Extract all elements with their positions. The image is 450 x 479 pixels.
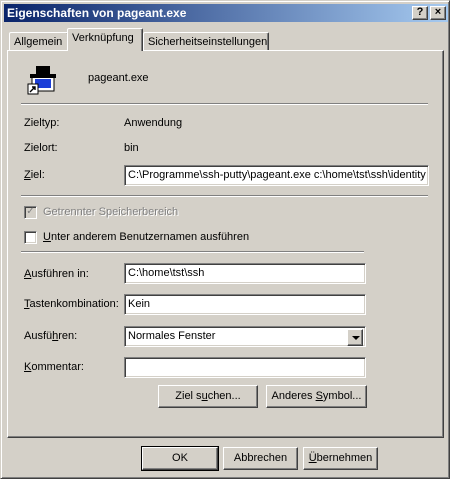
- label-text: Ausfü: [24, 330, 53, 342]
- tab-label: Sicherheitseinstellungen: [148, 36, 268, 48]
- tab-verknuepfung[interactable]: Verknüpfung: [67, 28, 143, 51]
- run-dropdown[interactable]: Normales Fenster: [124, 326, 366, 347]
- close-button[interactable]: ×: [430, 6, 446, 20]
- start-in-label: Ausführen in:: [24, 268, 89, 280]
- target-label: Ziel:: [24, 169, 45, 181]
- run-dropdown-value: Normales Fenster: [128, 330, 216, 342]
- button-text: Anderes: [271, 390, 316, 402]
- button-text: chen...: [207, 390, 241, 402]
- apply-button[interactable]: Übernehmen: [303, 447, 378, 470]
- target-location-value: bin: [124, 142, 139, 154]
- accesskey: S: [315, 390, 323, 402]
- hotkey-label: Tastenkombination:: [24, 298, 119, 310]
- separator: [21, 251, 364, 253]
- target-type-value: Anwendung: [124, 117, 183, 129]
- accesskey: Z: [24, 169, 31, 181]
- button-text: ymbol...: [322, 390, 362, 402]
- label-text: ren:: [58, 330, 78, 342]
- label-text: iel:: [30, 169, 45, 181]
- close-icon: ×: [434, 6, 442, 18]
- help-button[interactable]: ?: [412, 6, 428, 20]
- target-field[interactable]: C:\Programme\ssh-putty\pageant.exe c:\ho…: [124, 165, 429, 186]
- label-text: usführen in:: [31, 268, 89, 280]
- file-name: pageant.exe: [88, 72, 149, 84]
- accesskey: U: [43, 231, 51, 243]
- ok-button[interactable]: OK: [141, 446, 219, 471]
- tab-sicherheitseinstellungen[interactable]: Sicherheitseinstellungen: [143, 32, 269, 52]
- separate-memory-label: Getrennter Speicherbereich: [43, 206, 179, 218]
- comment-field[interactable]: [124, 357, 366, 378]
- target-location-label: Zielort:: [24, 142, 58, 154]
- cancel-button[interactable]: Abbrechen: [223, 447, 298, 470]
- target-type-label: Zieltyp:: [24, 117, 60, 129]
- button-text: Ziel s: [175, 390, 202, 402]
- start-in-field[interactable]: C:\home\tst\ssh: [124, 263, 366, 284]
- comment-label: Kommentar:: [24, 361, 84, 373]
- label-text: astenkombination:: [29, 298, 119, 310]
- pageant-icon: [26, 63, 60, 97]
- separate-memory-checkbox[interactable]: ✓: [24, 206, 37, 219]
- separator: [21, 195, 428, 197]
- chevron-down-icon[interactable]: [347, 329, 363, 346]
- tab-allgemein[interactable]: Allgemein: [9, 32, 69, 52]
- window-title: Eigenschaften von pageant.exe: [7, 6, 187, 20]
- run-as-user-checkbox[interactable]: [24, 231, 37, 244]
- label-text: nter anderem Benutzernamen ausführen: [50, 231, 250, 243]
- label-text: ommentar:: [31, 361, 84, 373]
- run-as-user-label: Unter anderem Benutzernamen ausführen: [43, 231, 249, 243]
- accesskey: Ü: [308, 452, 317, 464]
- run-label: Ausführen:: [24, 330, 77, 342]
- separator: [21, 103, 428, 105]
- tab-label: Allgemein: [14, 36, 63, 48]
- tab-label: Verknüpfung: [72, 32, 134, 44]
- tab-panel-verknuepfung: pageant.exe Zieltyp: Anwendung Zielort: …: [7, 50, 444, 438]
- properties-dialog: Eigenschaften von pageant.exe ? × Allgem…: [0, 0, 450, 479]
- hotkey-field[interactable]: Kein: [124, 294, 366, 315]
- find-target-button[interactable]: Ziel suchen...: [158, 385, 258, 408]
- question-mark-icon: ?: [416, 6, 424, 18]
- button-text: bernehmen: [316, 452, 373, 464]
- title-bar[interactable]: Eigenschaften von pageant.exe ? ×: [4, 4, 448, 22]
- change-icon-button[interactable]: Anderes Symbol...: [266, 385, 367, 408]
